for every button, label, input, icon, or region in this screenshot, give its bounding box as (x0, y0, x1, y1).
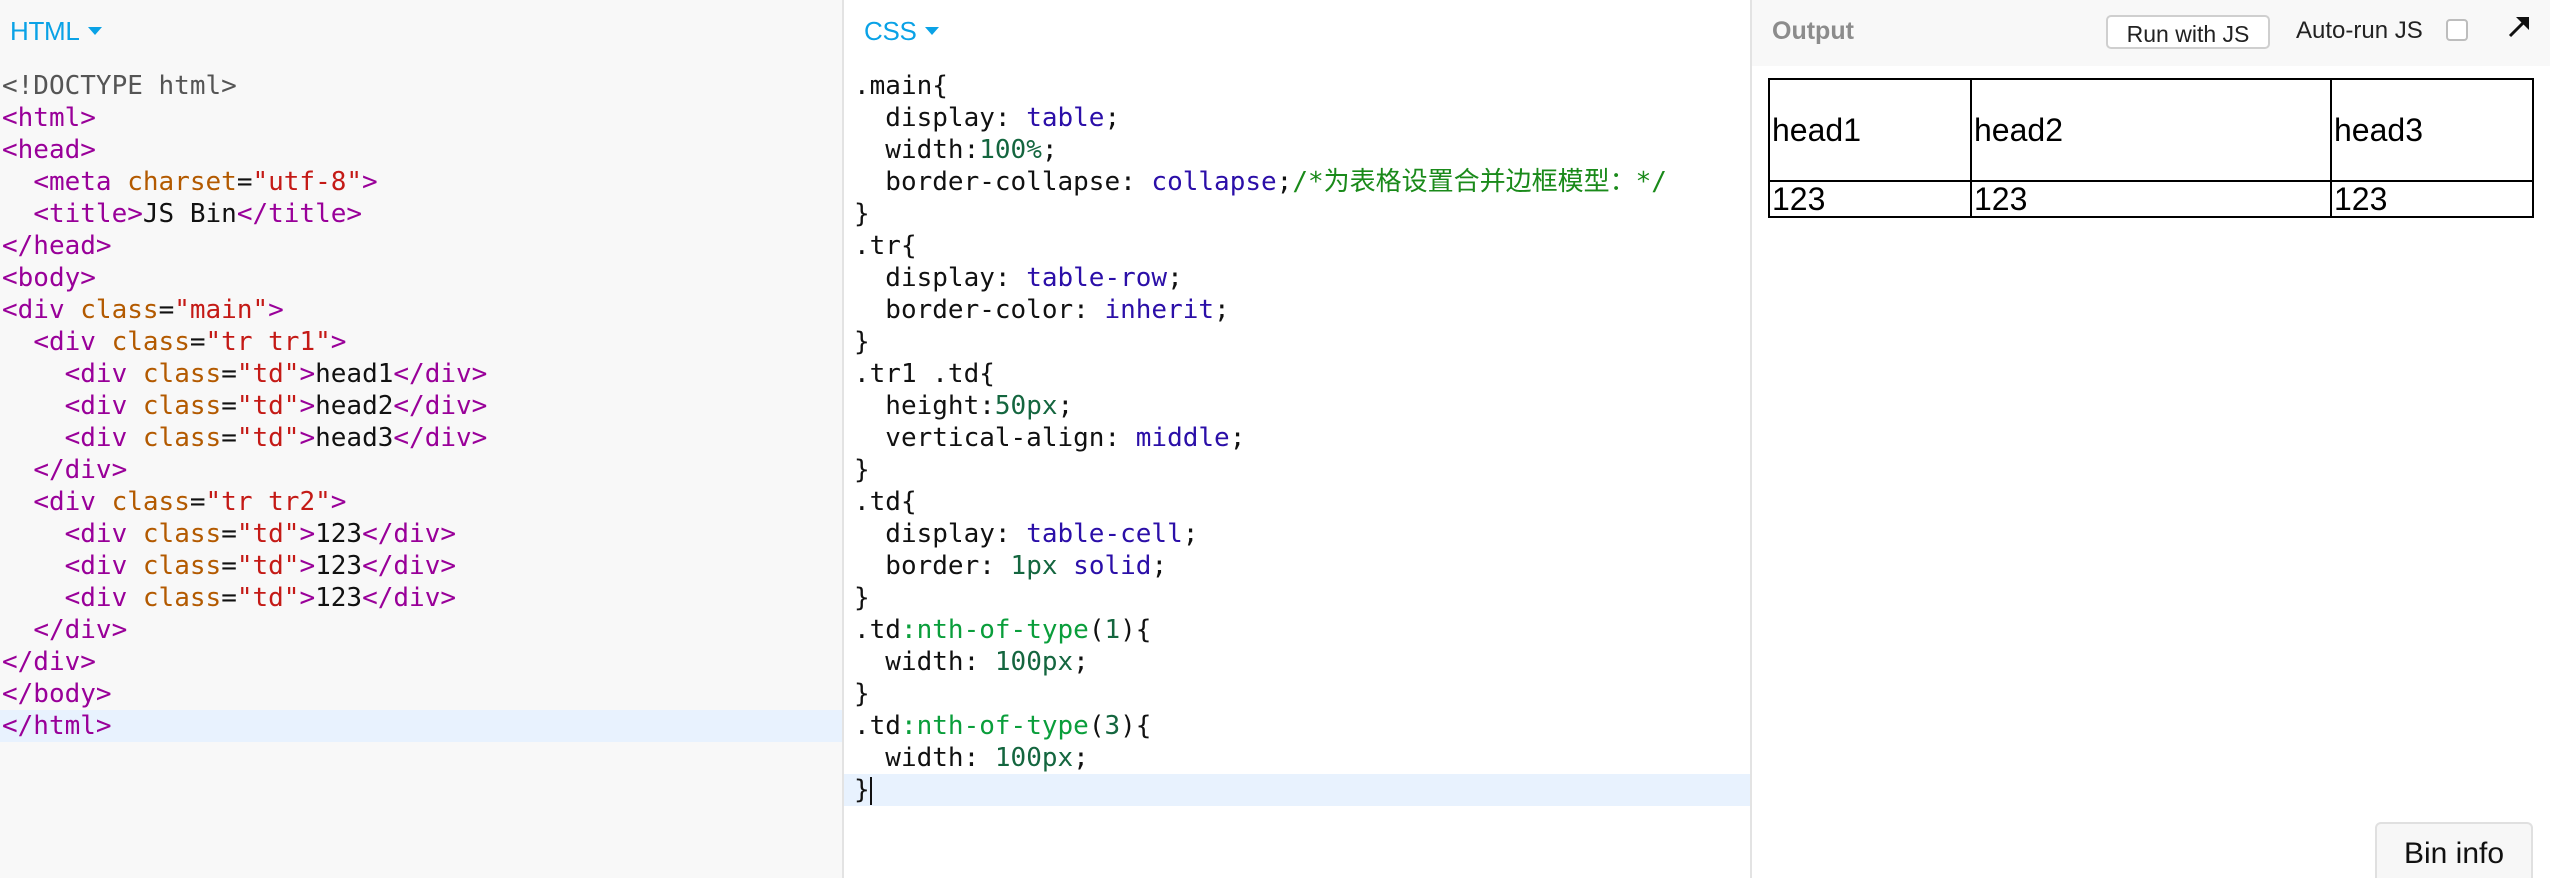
table-cell: 123 (1970, 180, 2332, 218)
code-line[interactable]: <div class="td">123</div> (0, 550, 842, 582)
code-line[interactable]: <title>JS Bin</title> (0, 198, 842, 230)
code-line[interactable]: border-color: inherit; (844, 294, 1750, 326)
code-line[interactable]: <div class="tr tr1"> (0, 326, 842, 358)
code-line[interactable]: <div class="td">head3</div> (0, 422, 842, 454)
code-line[interactable]: </div> (0, 454, 842, 486)
code-line[interactable]: vertical-align: middle; (844, 422, 1750, 454)
code-line[interactable]: .tr{ (844, 230, 1750, 262)
code-line[interactable]: <html> (0, 102, 842, 134)
code-line[interactable]: .td:nth-of-type(1){ (844, 614, 1750, 646)
code-line[interactable]: } (844, 198, 1750, 230)
rendered-table: head1 head2 head3 123 123 123 (1768, 78, 2534, 218)
code-line[interactable]: width: 100px; (844, 742, 1750, 774)
html-panel-label: HTML (10, 16, 80, 46)
html-code-editor[interactable]: <!DOCTYPE html> <html> <head> <meta charse… (0, 70, 842, 742)
code-line[interactable]: <meta charset="utf-8"> (0, 166, 842, 198)
code-line[interactable]: display: table; (844, 102, 1750, 134)
code-line[interactable]: } (844, 326, 1750, 358)
code-line[interactable]: } (844, 678, 1750, 710)
run-with-js-button[interactable]: Run with JS (2106, 15, 2270, 49)
code-line[interactable]: height:50px; (844, 390, 1750, 422)
code-line[interactable]: </div> (0, 614, 842, 646)
output-render-frame: head1 head2 head3 123 123 123 (1752, 66, 2550, 878)
code-line[interactable]: <head> (0, 134, 842, 166)
caret-down-icon (924, 27, 939, 36)
output-panel: Output Run with JS Auto-run JS head1 hea… (1752, 0, 2550, 878)
table-row: 123 123 123 (1768, 180, 2534, 218)
code-line[interactable]: <div class="td">head1</div> (0, 358, 842, 390)
code-line[interactable]: .tr1 .td{ (844, 358, 1750, 390)
html-panel-menu[interactable]: HTML (10, 16, 102, 47)
code-line[interactable]: </html> (0, 710, 842, 742)
code-line[interactable]: display: table-row; (844, 262, 1750, 294)
bin-info-button[interactable]: Bin info (2375, 822, 2533, 878)
code-line[interactable]: <div class="td">123</div> (0, 518, 842, 550)
code-line[interactable]: <div class="td">123</div> (0, 582, 842, 614)
code-line[interactable]: } (844, 582, 1750, 614)
code-line[interactable]: border-collapse: collapse;/*为表格设置合并边框模型：… (844, 166, 1750, 198)
code-line[interactable]: width: 100px; (844, 646, 1750, 678)
code-line[interactable]: width:100%; (844, 134, 1750, 166)
code-line[interactable]: } (844, 774, 1750, 806)
code-line[interactable]: .main{ (844, 70, 1750, 102)
code-line[interactable]: <body> (0, 262, 842, 294)
table-cell: head1 (1768, 78, 1972, 182)
table-cell: head2 (1970, 78, 2332, 182)
table-cell: 123 (2330, 180, 2534, 218)
text-cursor (869, 776, 872, 805)
table-row: head1 head2 head3 (1768, 78, 2534, 182)
code-line[interactable]: <div class="tr tr2"> (0, 486, 842, 518)
code-line[interactable]: <div class="main"> (0, 294, 842, 326)
table-cell: 123 (1768, 180, 1972, 218)
table-cell: head3 (2330, 78, 2534, 182)
code-line[interactable]: <!DOCTYPE html> (0, 70, 842, 102)
caret-down-icon (87, 27, 102, 36)
code-line[interactable]: </head> (0, 230, 842, 262)
html-editor-panel: HTML <!DOCTYPE html> <html> <head> <meta c… (0, 0, 842, 878)
code-line[interactable]: } (844, 454, 1750, 486)
code-line[interactable]: border: 1px solid; (844, 550, 1750, 582)
css-code-editor[interactable]: .main{ display: table; width:100%; borde… (844, 70, 1750, 806)
code-line[interactable]: </div> (0, 646, 842, 678)
autorun-checkbox[interactable] (2446, 19, 2468, 41)
popout-arrow-icon[interactable] (2504, 12, 2534, 42)
output-panel-label: Output (1772, 17, 1854, 45)
code-line[interactable]: </body> (0, 678, 842, 710)
autorun-label: Auto-run JS (2296, 17, 2423, 44)
css-panel-menu[interactable]: CSS (864, 16, 939, 47)
code-line[interactable]: .td{ (844, 486, 1750, 518)
code-line[interactable]: <div class="td">head2</div> (0, 390, 842, 422)
code-line[interactable]: .td:nth-of-type(3){ (844, 710, 1750, 742)
css-editor-panel: CSS .main{ display: table; width:100%; b… (844, 0, 1750, 878)
code-line[interactable]: display: table-cell; (844, 518, 1750, 550)
css-panel-label: CSS (864, 16, 917, 46)
